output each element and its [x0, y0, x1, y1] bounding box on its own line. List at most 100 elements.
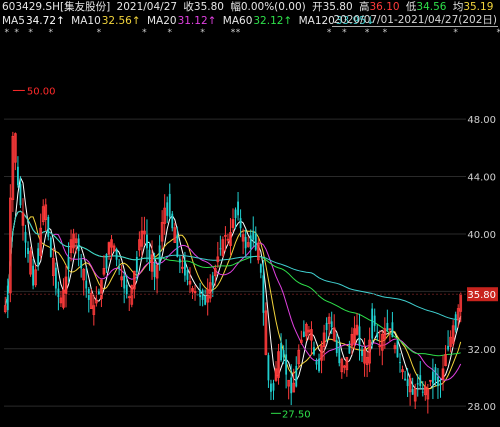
- candle: [350, 327, 354, 355]
- candle: [47, 214, 50, 241]
- kline-chart[interactable]: ***************** 48.0044.0040.0036.0032…: [0, 0, 500, 427]
- candle: [74, 232, 78, 254]
- date-range[interactable]: 2020/07/01-2021/04/27(202日): [332, 14, 498, 27]
- event-star-icon[interactable]: *: [453, 28, 458, 38]
- candle: [393, 342, 397, 354]
- candle: [277, 343, 280, 385]
- high-annotation: 50.00: [27, 86, 56, 97]
- candle: [332, 314, 336, 342]
- candle: [300, 330, 303, 345]
- candle: [173, 222, 177, 243]
- candle: [305, 322, 308, 342]
- high-value: 36.10: [369, 1, 400, 13]
- event-star-icon[interactable]: *: [327, 28, 332, 38]
- event-star-icon[interactable]: *: [5, 28, 10, 38]
- candle: [355, 313, 359, 336]
- event-star-icon[interactable]: *: [383, 28, 388, 38]
- candle: [244, 228, 247, 257]
- candle: [102, 255, 106, 277]
- candle: [401, 365, 404, 380]
- candle: [208, 274, 212, 303]
- event-star-icon[interactable]: *: [365, 28, 370, 38]
- candle: [229, 217, 232, 256]
- candle: [264, 302, 268, 356]
- event-star-icon[interactable]: *: [14, 28, 19, 38]
- close-value: 35.80: [193, 1, 224, 13]
- candle: [125, 274, 128, 299]
- candle: [297, 344, 301, 369]
- candle: [54, 262, 57, 296]
- candle: [146, 219, 148, 263]
- candle: [270, 379, 272, 401]
- current-price-label: 35.80: [467, 290, 496, 301]
- event-markers: *****************: [5, 28, 500, 38]
- event-star-icon[interactable]: *: [200, 28, 205, 38]
- ma120-label: MA120: [298, 15, 335, 27]
- event-star-icon[interactable]: *: [97, 28, 102, 38]
- candle: [138, 231, 141, 257]
- candle: [399, 353, 401, 373]
- candle: [34, 264, 37, 288]
- candle: [206, 278, 210, 316]
- y-tick-label: 48.00: [467, 115, 496, 126]
- candle: [193, 285, 197, 301]
- candle: [49, 236, 52, 258]
- candle: [14, 132, 17, 171]
- candle: [361, 345, 363, 363]
- candle: [221, 236, 225, 258]
- candle: [57, 281, 60, 311]
- candle: [39, 213, 43, 260]
- candle: [340, 357, 344, 379]
- candle: [112, 243, 116, 252]
- candle: [396, 339, 399, 358]
- candle: [373, 308, 376, 332]
- candle: [348, 340, 351, 354]
- price-annotations: 50.00 27.50: [12, 86, 311, 420]
- candle: [59, 291, 63, 307]
- ma-legend: MA534.72↑ MA1032.56↑ MA2031.12↑ MA6032.1…: [2, 15, 378, 27]
- candle: [29, 246, 32, 277]
- event-star-icon[interactable]: *: [496, 28, 500, 38]
- event-star-icon[interactable]: *: [167, 28, 172, 38]
- event-star-icon[interactable]: *: [28, 28, 33, 38]
- candle: [52, 247, 55, 286]
- candle: [191, 285, 194, 299]
- candle: [87, 287, 90, 313]
- candle: [408, 373, 412, 406]
- candle: [318, 353, 320, 373]
- candle: [365, 351, 369, 378]
- candle: [17, 156, 19, 188]
- candle: [27, 241, 29, 263]
- y-tick-label: 44.00: [467, 173, 496, 184]
- event-star-icon[interactable]: *: [342, 28, 347, 38]
- candle: [181, 255, 184, 274]
- high-label: 高: [359, 1, 370, 13]
- candle: [272, 379, 275, 400]
- candle: [118, 258, 121, 275]
- ma60-label: MA60: [222, 15, 253, 27]
- candle: [335, 333, 338, 357]
- candle: [246, 236, 250, 248]
- quote-header: 603429.SH[集友股份] 2021/04/27 收35.80 幅0.00%…: [2, 1, 496, 13]
- candle: [163, 194, 166, 235]
- candle: [419, 361, 422, 390]
- event-star-icon[interactable]: *: [49, 28, 54, 38]
- candle: [184, 251, 186, 282]
- event-star-icon[interactable]: *: [236, 28, 241, 38]
- ma10-value: 32.56↑: [101, 15, 141, 27]
- event-star-icon[interactable]: *: [142, 28, 147, 38]
- candle: [237, 191, 239, 221]
- candle: [320, 340, 323, 374]
- y-tick-label: 32.00: [467, 345, 496, 356]
- candle: [95, 286, 98, 307]
- open-value: 35.80: [322, 1, 353, 13]
- candle: [378, 330, 382, 356]
- close-label: 收: [183, 1, 194, 13]
- candle: [105, 253, 108, 273]
- candle: [274, 361, 278, 382]
- candle: [32, 258, 35, 290]
- candle: [140, 216, 144, 257]
- candle: [285, 339, 288, 389]
- candle: [166, 196, 169, 224]
- candle: [44, 198, 48, 232]
